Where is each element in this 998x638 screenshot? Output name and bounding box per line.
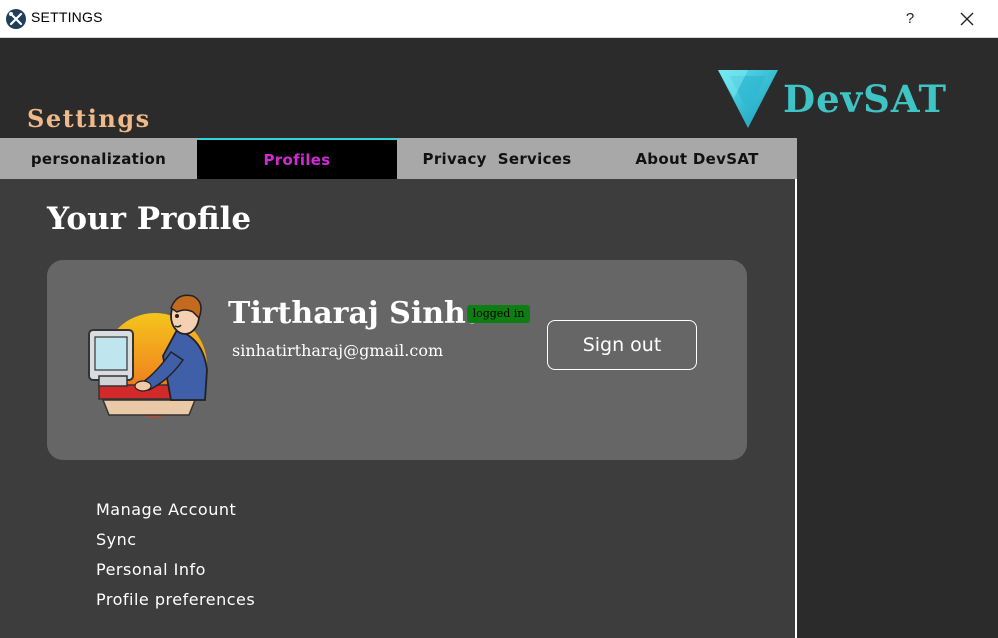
user-email: sinhatirtharaj@gmail.com [232,341,444,360]
personal-info-link[interactable]: Personal Info [96,558,255,588]
sign-out-button[interactable]: Sign out [547,320,697,370]
status-badge: logged in [467,305,530,323]
profile-panel: Your Profile Tirtharaj Sinha logged in s… [0,179,797,638]
close-icon [960,12,974,26]
tools-icon [6,9,26,29]
title-bar: SETTINGS ? [0,0,998,38]
tab-about[interactable]: About DevSAT [597,138,797,179]
user-name: Tirtharaj Sinha [228,296,486,331]
profile-card: Tirtharaj Sinha logged in sinhatirtharaj… [47,260,747,460]
close-button[interactable] [950,4,984,34]
settings-window-body: Settings DevSAT personalization Profiles… [0,38,998,638]
tab-bar: personalization Profiles Privacy Service… [0,138,797,179]
tab-privacy-services[interactable]: Privacy Services [397,138,597,179]
brand-name: DevSAT [783,77,948,121]
tab-profiles[interactable]: Profiles [197,138,397,179]
profile-preferences-link[interactable]: Profile preferences [96,588,255,618]
manage-account-link[interactable]: Manage Account [96,498,255,528]
triangle-logo-icon [718,70,778,128]
tab-personalization[interactable]: personalization [0,138,197,179]
profile-links: Manage Account Sync Personal Info Profil… [96,498,255,618]
settings-heading: Settings [27,104,151,133]
page-title: Your Profile [47,201,252,237]
user-at-computer-avatar [88,294,208,417]
window-title: SETTINGS [31,9,103,25]
help-button[interactable]: ? [893,4,927,34]
sync-link[interactable]: Sync [96,528,255,558]
